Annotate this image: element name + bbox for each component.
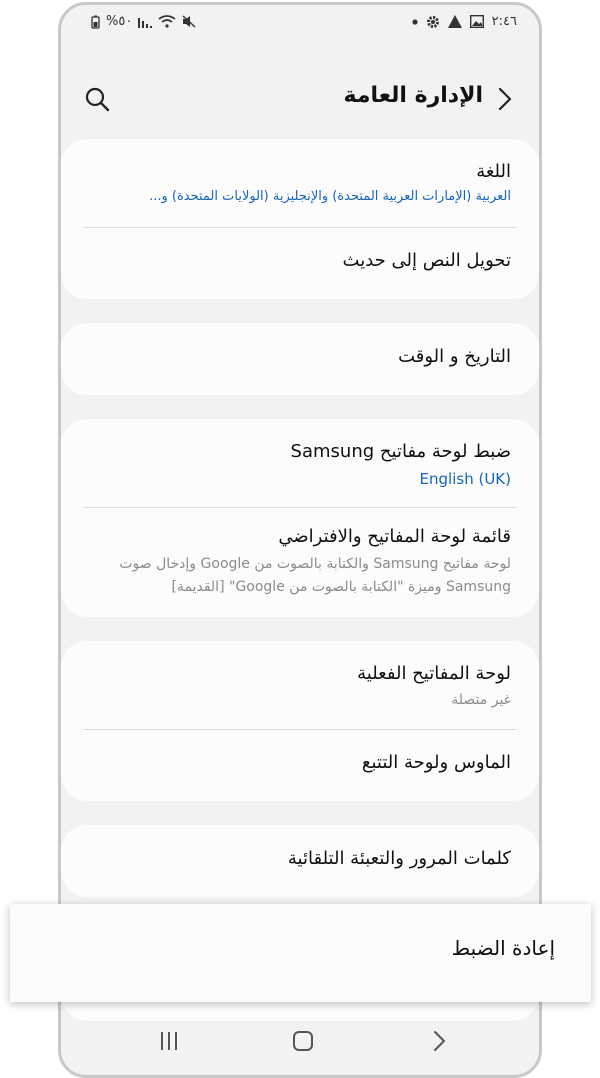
- signal-icon: [138, 16, 153, 28]
- passwords-card: كلمات المرور والتعبئة التلقائية: [61, 825, 539, 897]
- language-card: اللغة العربية (الإمارات العربية المتحدة)…: [61, 139, 539, 299]
- passwords-item[interactable]: كلمات المرور والتعبئة التلقائية: [61, 825, 539, 897]
- navigation-bar: [61, 1005, 539, 1075]
- physical-keyboard-item[interactable]: لوحة المفاتيح الفعلية غير متصلة: [61, 641, 539, 729]
- dot-icon: [412, 18, 418, 25]
- datetime-card: التاريخ و الوقت: [61, 323, 539, 395]
- keyboard-list-title: قائمة لوحة المفاتيح والافتراضي: [278, 526, 511, 547]
- samsung-keyboard-subtitle: English (UK): [419, 470, 511, 488]
- image-icon: [469, 15, 484, 28]
- recents-icon: [161, 1032, 177, 1050]
- status-left: %٥٠: [91, 14, 196, 29]
- language-title: اللغة: [476, 161, 511, 182]
- input-devices-card: لوحة المفاتيح الفعلية غير متصلة الماوس و…: [61, 641, 539, 801]
- tts-item[interactable]: تحويل النص إلى حديث: [61, 228, 539, 299]
- search-icon: [85, 87, 110, 112]
- back-button[interactable]: [491, 85, 517, 113]
- samsung-keyboard-title: ضبط لوحة مفاتيح Samsung: [290, 441, 511, 462]
- reset-title: إعادة الضبط: [451, 936, 555, 960]
- status-right: ٢:٤٦: [412, 14, 517, 29]
- mouse-title: الماوس ولوحة التتبع: [361, 752, 511, 773]
- chevron-right-icon: [434, 1031, 445, 1051]
- mouse-item[interactable]: الماوس ولوحة التتبع: [61, 730, 539, 801]
- reset-item-highlight[interactable]: إعادة الضبط: [10, 904, 591, 1002]
- wifi-icon: [158, 15, 176, 28]
- home-icon: [293, 1031, 313, 1051]
- datetime-item[interactable]: التاريخ و الوقت: [61, 323, 539, 395]
- status-bar: %٥٠ ٢:٤٦: [61, 5, 539, 43]
- page-title: الإدارة العامة: [343, 83, 483, 108]
- language-subtitle: العربية (الإمارات العربية المتحدة) والإن…: [149, 189, 511, 204]
- gear-icon: [426, 15, 440, 29]
- language-item[interactable]: اللغة العربية (الإمارات العربية المتحدة)…: [61, 139, 539, 227]
- battery-icon: [91, 15, 100, 29]
- recents-button[interactable]: [153, 1025, 185, 1057]
- back-nav-button[interactable]: [423, 1025, 455, 1057]
- keyboard-card: ضبط لوحة مفاتيح Samsung English (UK) قائ…: [61, 419, 539, 617]
- chevron-right-icon: [498, 87, 512, 111]
- passwords-title: كلمات المرور والتعبئة التلقائية: [287, 848, 511, 869]
- physical-keyboard-subtitle: غير متصلة: [451, 692, 511, 708]
- datetime-title: التاريخ و الوقت: [398, 346, 511, 367]
- home-button[interactable]: [287, 1025, 319, 1057]
- clock-time: ٢:٤٦: [491, 14, 517, 29]
- app-header: الإدارة العامة: [61, 67, 539, 131]
- search-button[interactable]: [83, 85, 111, 113]
- keyboard-list-subtitle-1: لوحة مفاتيح Samsung والكتابة بالصوت من G…: [119, 556, 511, 572]
- keyboard-list-item[interactable]: قائمة لوحة المفاتيح والافتراضي لوحة مفات…: [61, 508, 539, 617]
- mute-icon: [182, 15, 196, 28]
- keyboard-list-subtitle-2: Samsung وميزة "الكتابة بالصوت من Google"…: [171, 579, 511, 595]
- tts-title: تحويل النص إلى حديث: [342, 250, 511, 271]
- samsung-keyboard-item[interactable]: ضبط لوحة مفاتيح Samsung English (UK): [61, 419, 539, 507]
- physical-keyboard-title: لوحة المفاتيح الفعلية: [357, 663, 511, 684]
- alert-icon: [447, 15, 462, 28]
- battery-percent: %٥٠: [106, 14, 133, 29]
